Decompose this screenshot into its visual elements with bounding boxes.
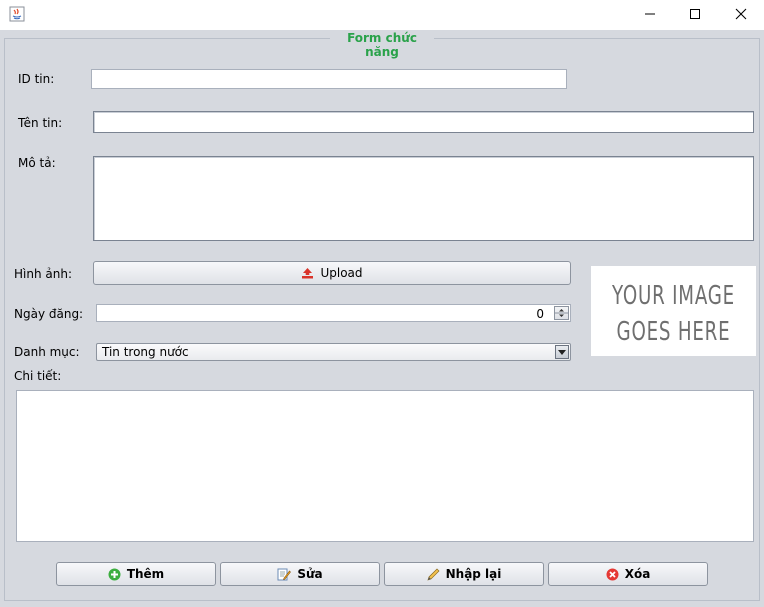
- reset-button[interactable]: Nhập lại: [384, 562, 544, 586]
- image-label: Hình ảnh:: [14, 267, 72, 281]
- date-label: Ngày đăng:: [14, 307, 84, 321]
- minimize-icon: [644, 8, 656, 23]
- detail-label: Chi tiết:: [14, 369, 62, 383]
- close-button[interactable]: [718, 0, 764, 30]
- detail-textarea[interactable]: [16, 390, 754, 542]
- category-label: Danh mục:: [14, 345, 80, 359]
- id-input[interactable]: [91, 69, 567, 89]
- delete-icon: [606, 568, 619, 581]
- name-label: Tên tin:: [18, 116, 63, 130]
- category-select[interactable]: Tin trong nước: [96, 343, 571, 361]
- image-placeholder-line1: YOUR IMAGE: [612, 281, 735, 311]
- frame-border-right: [434, 38, 760, 39]
- pencil-icon: [427, 568, 440, 581]
- add-label: Thêm: [126, 567, 165, 581]
- add-icon: [108, 568, 121, 581]
- upload-label: Upload: [320, 266, 363, 280]
- close-icon: [735, 8, 747, 23]
- title-bar: [0, 0, 764, 30]
- maximize-icon: [689, 8, 701, 23]
- add-button[interactable]: Thêm: [56, 562, 216, 586]
- edit-label: Sửa: [297, 567, 323, 581]
- upload-button[interactable]: Upload: [93, 261, 571, 285]
- maximize-button[interactable]: [672, 0, 718, 30]
- image-preview: YOUR IMAGE GOES HERE: [591, 266, 756, 356]
- frame-border-left: [4, 38, 330, 39]
- chevron-down-icon[interactable]: [555, 345, 569, 359]
- form-legend: Form chức năng: [347, 31, 417, 59]
- name-input[interactable]: [93, 111, 754, 133]
- delete-label: Xóa: [624, 567, 651, 581]
- date-value: 0: [536, 307, 544, 321]
- java-app-icon: [9, 6, 25, 22]
- edit-icon: [277, 567, 292, 581]
- description-textarea[interactable]: [93, 156, 754, 241]
- spinner-buttons[interactable]: [554, 306, 569, 320]
- edit-button[interactable]: Sửa: [220, 562, 380, 586]
- date-spinner[interactable]: 0: [96, 304, 571, 322]
- delete-button[interactable]: Xóa: [548, 562, 708, 586]
- minimize-button[interactable]: [627, 0, 673, 30]
- category-value: Tin trong nước: [102, 345, 189, 359]
- description-label: Mô tả:: [18, 156, 56, 170]
- upload-icon: [301, 267, 314, 279]
- image-placeholder-line2: GOES HERE: [616, 317, 731, 347]
- reset-label: Nhập lại: [445, 567, 502, 581]
- id-label: ID tin:: [18, 72, 55, 86]
